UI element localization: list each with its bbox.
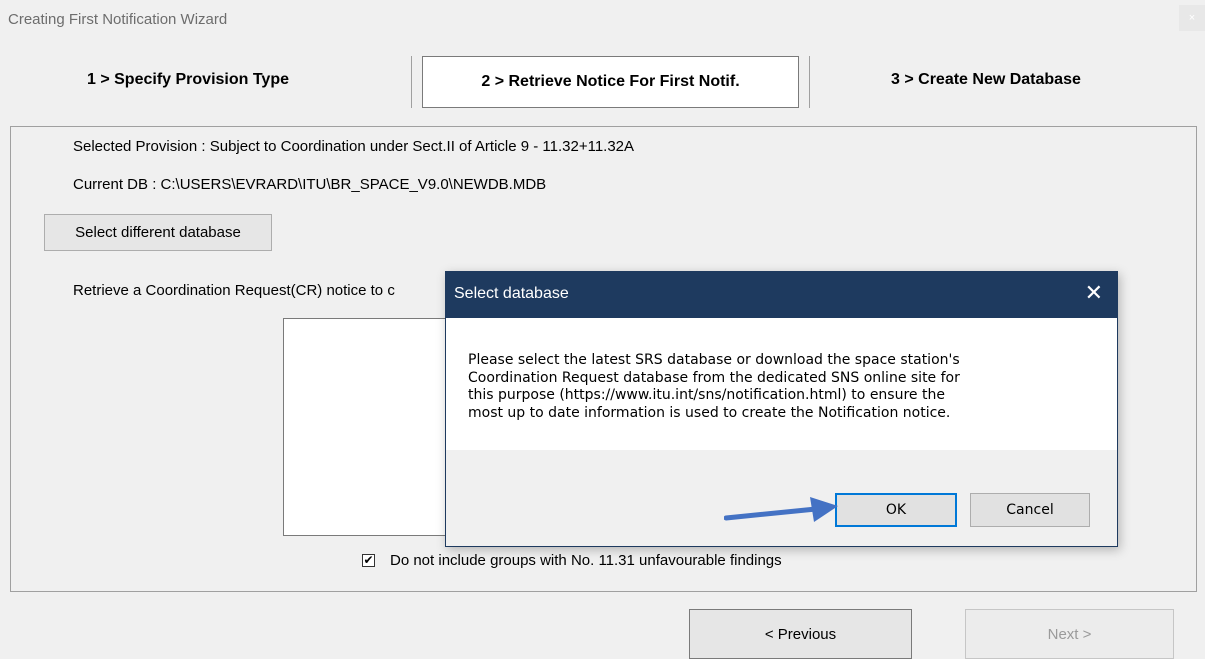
retrieve-cr-label: Retrieve a Coordination Request(CR) noti… [73,282,395,299]
window-close-button[interactable]: × [1179,5,1205,31]
dialog-message-line: Coordination Request database from the d… [468,369,960,386]
current-db-text: Current DB : C:\USERS\EVRARD\ITU\BR_SPAC… [73,176,547,193]
step-2-label: 2 > Retrieve Notice For First Notif. [481,73,740,90]
step-3-tab[interactable]: 3 > Create New Database [891,71,1081,89]
close-icon: × [1188,12,1196,24]
cancel-button[interactable]: Cancel [970,493,1090,527]
exclude-unfavourable-checkbox[interactable]: ✔ [362,554,375,567]
exclude-unfavourable-label[interactable]: Do not include groups with No. 11.31 unf… [390,552,782,569]
close-icon: ✕ [1084,280,1103,305]
next-button[interactable]: Next > [965,609,1174,659]
dialog-title: Select database [454,285,569,302]
dialog-titlebar: Select database ✕ [446,272,1117,318]
checkmark-icon: ✔ [363,553,374,567]
tab-divider [411,56,412,108]
step-2-tab[interactable]: 2 > Retrieve Notice For First Notif. [422,56,799,108]
tab-divider [809,56,810,108]
select-different-database-button[interactable]: Select different database [44,214,272,251]
dialog-message: Please select the latest SRS database or… [468,352,1088,422]
selected-provision-text: Selected Provision : Subject to Coordina… [73,138,635,155]
step-1-tab[interactable]: 1 > Specify Provision Type [87,71,289,89]
previous-button[interactable]: < Previous [689,609,912,659]
dialog-message-line: Please select the latest SRS database or… [468,352,960,368]
right-arrow-icon [724,497,838,522]
dialog-message-line: this purpose (https://www.itu.int/sns/no… [468,387,945,403]
dialog-message-line: most up to date information is used to c… [468,404,951,421]
ok-button[interactable]: OK [835,493,957,527]
window-title: Creating First Notification Wizard [8,11,228,28]
dialog-close-button[interactable]: ✕ [1085,280,1103,306]
